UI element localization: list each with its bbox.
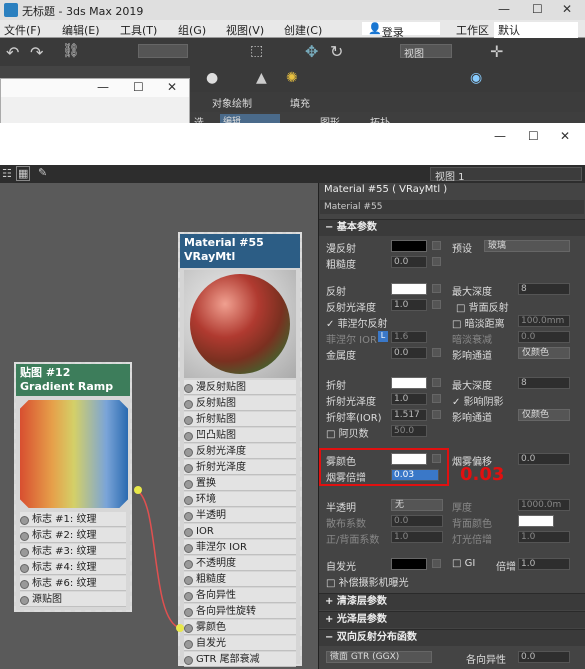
gi-checkbox[interactable]: □ GI	[452, 558, 475, 569]
dim-distance-field[interactable]: 100.0mm	[518, 315, 570, 327]
self-illum-swatch[interactable]	[391, 558, 427, 570]
thickness-label: 厚度	[452, 503, 472, 514]
sheen-rollout[interactable]: + 光泽层参数	[319, 611, 585, 628]
front-back-field[interactable]: 1.0	[391, 531, 443, 543]
refract-color-swatch[interactable]	[391, 377, 427, 389]
max-depth-field[interactable]: 8	[518, 283, 570, 295]
reflect-map-button[interactable]	[432, 284, 441, 293]
affect-channels-label: 影响通道	[452, 351, 492, 362]
front-back-label: 正/背面系数	[326, 535, 380, 546]
fog-bias-field[interactable]: 0.0	[518, 453, 570, 465]
material-name-field[interactable]: Material #55	[320, 200, 584, 214]
translucency-label: 半透明	[326, 503, 356, 514]
ior-field[interactable]: 1.517	[391, 409, 427, 421]
refl-gloss-map-button[interactable]	[432, 300, 441, 309]
workspace-label: 工作区	[456, 24, 489, 37]
node-wire	[134, 486, 184, 632]
back-color-label: 背面颜色	[452, 519, 492, 530]
back-color-swatch[interactable]	[518, 515, 554, 527]
backside-checkbox[interactable]: □ 背面反射	[456, 299, 509, 314]
self-illum-map-button[interactable]	[432, 559, 441, 568]
diffuse-map-button[interactable]	[432, 241, 441, 250]
reference-coord-dropdown[interactable]: 视图	[400, 44, 452, 60]
brdf-rollout[interactable]: − 双向反射分布函数	[319, 629, 585, 646]
login-button[interactable]: 👤 登录	[362, 22, 440, 39]
affect-channels-dropdown[interactable]: 仅颜色	[518, 347, 570, 359]
panel-title: Material #55 ( VRayMtl )	[324, 184, 448, 195]
self-illum-label: 自发光	[326, 562, 356, 573]
scatter-field[interactable]: 0.0	[391, 515, 443, 527]
workspace-dropdown[interactable]: 默认	[494, 22, 578, 38]
highlight-annotation: 0.03	[460, 464, 505, 485]
editor-minimize-button[interactable]: —	[494, 129, 506, 143]
lock-icon[interactable]: L	[378, 331, 388, 342]
coat-rollout[interactable]: + 清漆层参数	[319, 593, 585, 610]
diffuse-color-swatch[interactable]	[391, 240, 427, 252]
dim-distance-checkbox[interactable]: □ 暗淡距离	[452, 315, 505, 330]
roughness-label: 粗糙度	[326, 260, 356, 271]
brdf-type-dropdown[interactable]: 微面 GTR (GGX)	[326, 651, 432, 663]
dim-falloff-field[interactable]: 0.0	[518, 331, 570, 343]
roughness-field[interactable]: 0.0	[391, 256, 427, 268]
minimize-button[interactable]: —	[498, 2, 510, 16]
ior-label: 折射率(IOR)	[326, 413, 382, 424]
light-multiplier-field[interactable]: 1.0	[518, 531, 570, 543]
metalness-label: 金属度	[326, 351, 356, 362]
dim-falloff-label: 暗淡衰减	[452, 335, 492, 346]
basic-params-rollout[interactable]: − 基本参数	[319, 219, 585, 236]
multiplier-label: 倍增	[496, 562, 516, 573]
refr-gloss-field[interactable]: 1.0	[391, 393, 427, 405]
view-dropdown[interactable]: 视图 1	[430, 167, 582, 183]
highlight-box	[319, 448, 449, 486]
light-multiplier-label: 灯光倍增	[452, 535, 492, 546]
metalness-field[interactable]: 0.0	[391, 347, 427, 359]
diffuse-label: 漫反射	[326, 244, 356, 255]
refract-map-button[interactable]	[432, 378, 441, 387]
scatter-label: 散布系数	[326, 519, 366, 530]
roughness-map-button[interactable]	[432, 257, 441, 266]
reflect-color-swatch[interactable]	[391, 283, 427, 295]
max-depth-label: 最大深度	[452, 287, 492, 298]
translucency-dropdown[interactable]: 无	[391, 499, 443, 511]
affect-shadows-checkbox[interactable]: ✓ 影响阴影	[452, 393, 504, 408]
editor-close-button[interactable]: ✕	[560, 129, 570, 143]
preset-label: 预设	[452, 244, 472, 255]
abbe-checkbox[interactable]: □ 阿贝数	[326, 425, 369, 440]
multiplier-field[interactable]: 1.0	[518, 558, 570, 570]
ior-map-button[interactable]	[432, 410, 441, 419]
abbe-field[interactable]: 50.0	[391, 425, 427, 437]
thickness-field[interactable]: 1000.0m	[518, 499, 570, 511]
pivot-icon[interactable]: ✛	[490, 42, 503, 61]
editor-maximize-button[interactable]: ☐	[528, 129, 539, 143]
fresnel-ior-field[interactable]: 1.6	[391, 331, 427, 343]
refr-gloss-label: 折射光泽度	[326, 397, 376, 408]
refl-gloss-label: 反射光泽度	[326, 303, 376, 314]
refr-max-depth-label: 最大深度	[452, 381, 492, 392]
refr-gloss-map-button[interactable]	[432, 394, 441, 403]
refr-affect-channels-dropdown[interactable]: 仅颜色	[518, 409, 570, 421]
close-button[interactable]: ✕	[562, 2, 572, 16]
maximize-button[interactable]: ☐	[532, 2, 543, 16]
refl-gloss-field[interactable]: 1.0	[391, 299, 427, 311]
preset-dropdown[interactable]: 玻璃	[484, 240, 570, 252]
refr-max-depth-field[interactable]: 8	[518, 377, 570, 389]
rotate-icon[interactable]: ↻	[330, 42, 343, 61]
metalness-map-button[interactable]	[432, 348, 441, 357]
refr-affect-channels-label: 影响通道	[452, 413, 492, 424]
anisotropy-label: 各向异性	[466, 655, 506, 666]
refract-label: 折射	[326, 381, 346, 392]
fresnel-ior-label: 菲涅尔 IOR	[326, 335, 377, 346]
fresnel-checkbox[interactable]: ✓ 菲涅尔反射	[326, 315, 388, 330]
anisotropy-field[interactable]: 0.0	[518, 651, 570, 663]
render-icon[interactable]: ◉	[470, 70, 482, 86]
compensate-camera-checkbox[interactable]: □ 补偿摄影机曝光	[326, 574, 409, 589]
reflect-label: 反射	[326, 287, 346, 298]
